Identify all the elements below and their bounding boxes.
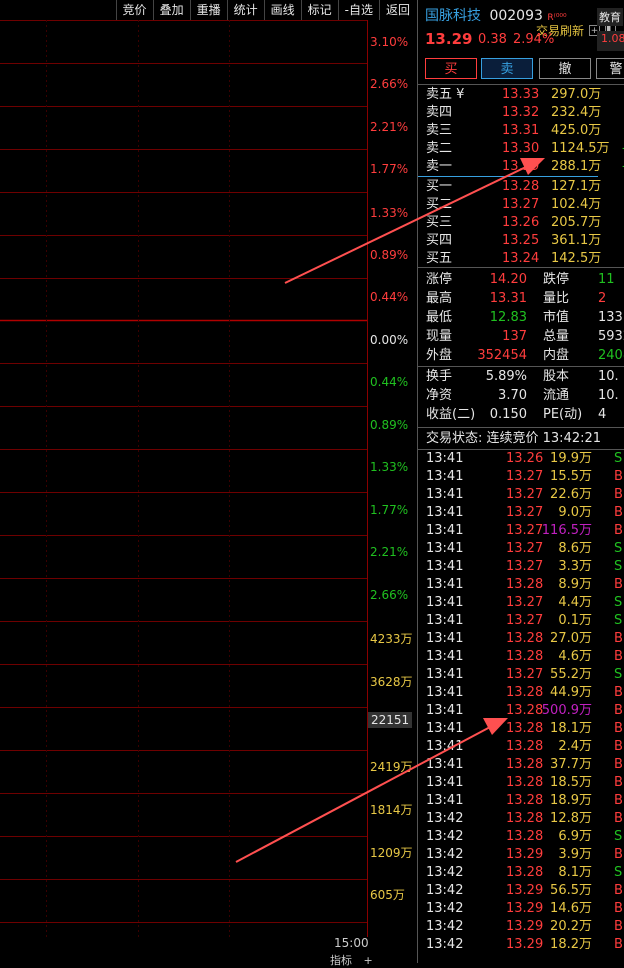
- annotation-overlay: [235, 158, 545, 863]
- annotation-arrow: [284, 158, 545, 284]
- annotation-arrow: [235, 718, 508, 863]
